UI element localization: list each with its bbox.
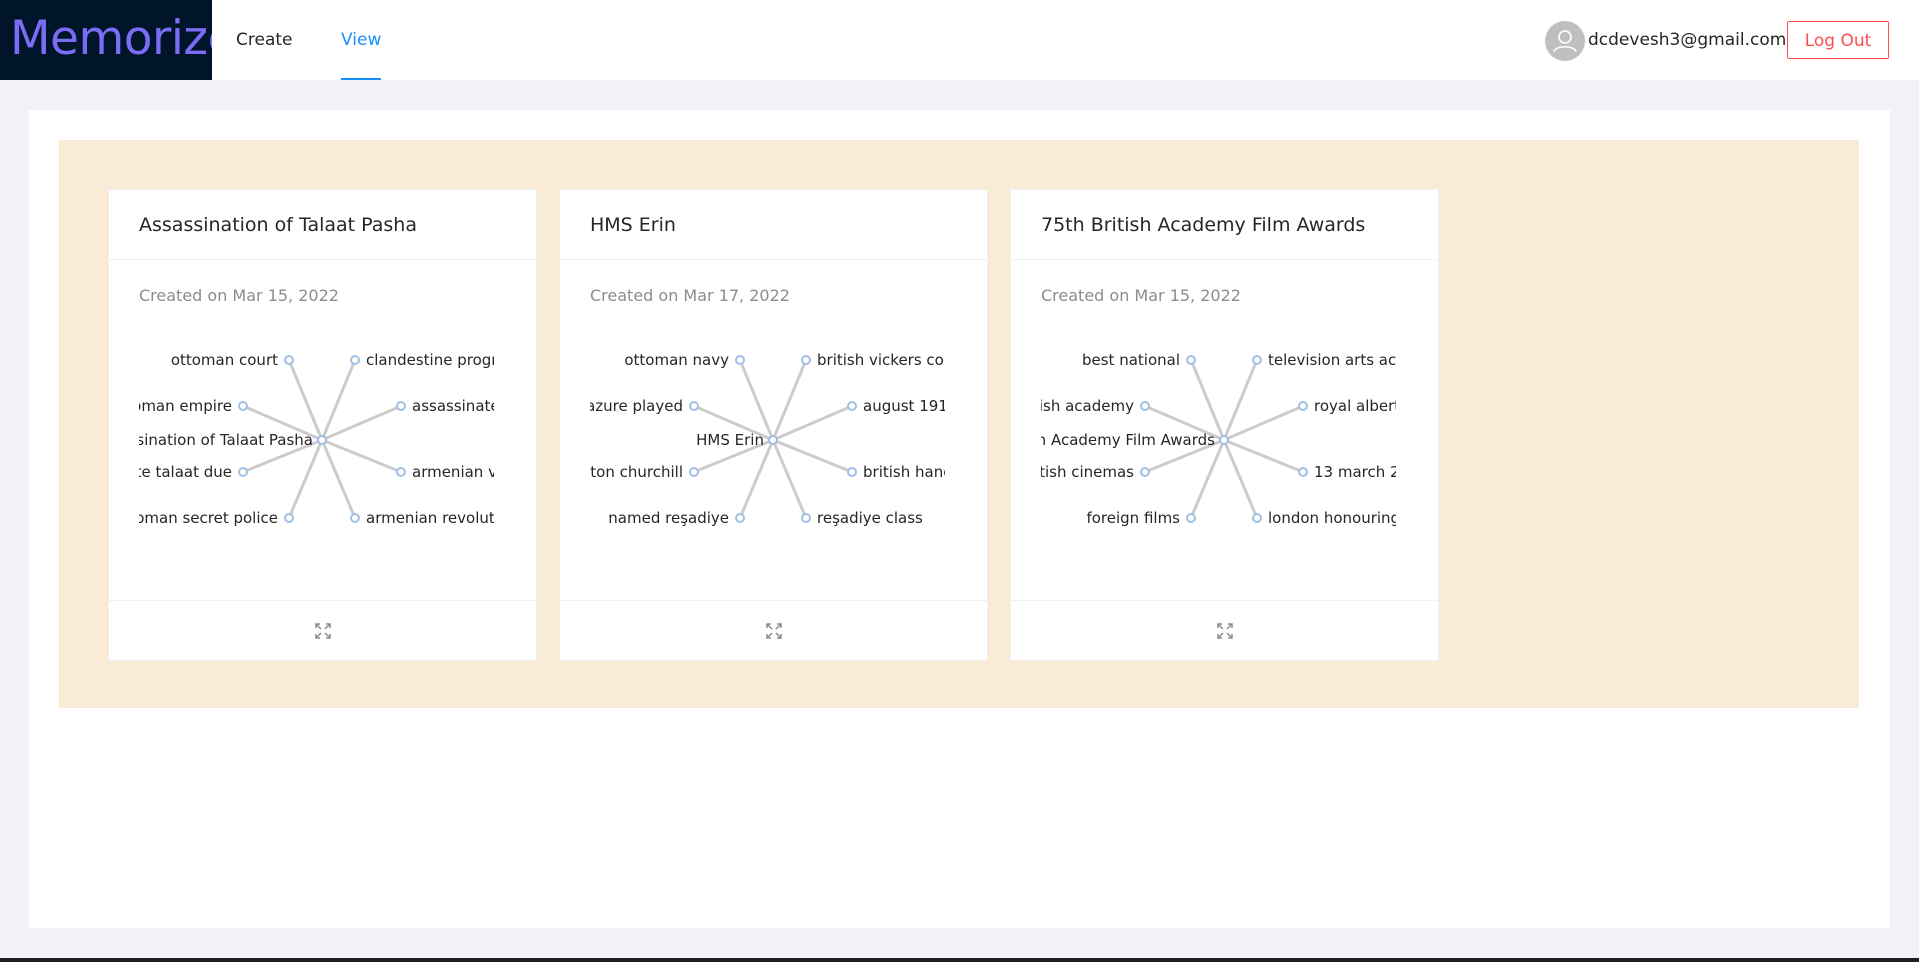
mind-map-node-dot[interactable] xyxy=(735,355,745,365)
mind-map-preview[interactable]: ottoman court clandestine program ottoman … xyxy=(139,340,494,540)
user-avatar[interactable] xyxy=(1545,21,1585,61)
mind-map-node-dot[interactable] xyxy=(801,355,811,365)
card-title: 75th British Academy Film Awards xyxy=(1011,190,1438,260)
mind-map-node-label: british academy xyxy=(1041,397,1134,415)
card-created-date: Created on Mar 15, 2022 xyxy=(139,286,339,305)
mind-map-root-dot[interactable] xyxy=(1219,435,1229,445)
mind-map-node-label: august 1914 xyxy=(863,397,945,415)
app-header: Memorize Create View dcdevesh3@gmail.com… xyxy=(0,0,1919,80)
mind-map-node-label: assassinated xyxy=(412,397,494,415)
mindmap-card[interactable]: Assassination of Talaat Pasha Created on… xyxy=(108,189,537,661)
mind-map-node-dot[interactable] xyxy=(1186,355,1196,365)
user-email: dcdevesh3@gmail.com xyxy=(1588,30,1787,50)
mind-map-svg: ottoman court clandestine program ottoman … xyxy=(139,351,494,527)
mind-map-node-label: clandestine program xyxy=(366,351,494,369)
mind-map-node-label: ottoman court xyxy=(171,351,278,369)
mind-map-preview[interactable]: ottoman navy british vickers company azure… xyxy=(590,340,945,540)
expand-icon[interactable] xyxy=(765,622,783,640)
mind-map-root-label: HMS Erin xyxy=(696,431,764,449)
mind-map-root-dot[interactable] xyxy=(768,435,778,445)
mind-map-node-label: assassinate talaat due xyxy=(139,463,232,481)
logout-button[interactable]: Log Out xyxy=(1787,21,1889,59)
mind-map-node-label: royal albert hall xyxy=(1314,397,1396,415)
mind-map-node-label: armenian victims xyxy=(412,463,494,481)
mind-map-node-dot[interactable] xyxy=(1140,467,1150,477)
mind-map-node-label: london honouring xyxy=(1268,509,1396,527)
mind-map-node-dot[interactable] xyxy=(1140,401,1150,411)
mind-map-node-label: reşadiye class xyxy=(817,509,923,527)
active-nav-indicator xyxy=(341,78,382,80)
mind-map-node-label: azure played xyxy=(590,397,683,415)
mind-map-node-dot[interactable] xyxy=(350,513,360,523)
mind-map-node-dot[interactable] xyxy=(847,467,857,477)
mind-map-node-label: foreign films xyxy=(1086,509,1180,527)
mind-map-node-label: television arts academy xyxy=(1268,351,1396,369)
nav-view-label: View xyxy=(341,30,382,50)
mind-map-svg: best national television arts academy brit… xyxy=(1041,351,1396,527)
mind-map-node-dot[interactable] xyxy=(238,401,248,411)
mind-map-node-dot[interactable] xyxy=(1298,467,1308,477)
mind-map-node-dot[interactable] xyxy=(801,513,811,523)
mind-map-node-label: winston churchill xyxy=(590,463,683,481)
mind-map-node-label: named reşadiye xyxy=(608,509,729,527)
mind-map-node-label: ottoman secret police xyxy=(139,509,278,527)
card-actions xyxy=(109,600,536,660)
user-icon xyxy=(1553,30,1577,53)
mind-map-node-label: best national xyxy=(1082,351,1180,369)
expand-icon[interactable] xyxy=(1216,622,1234,640)
mind-map-node-dot[interactable] xyxy=(1252,513,1262,523)
expand-icon[interactable] xyxy=(314,622,332,640)
card-actions xyxy=(1011,600,1438,660)
mind-map-root-label: 75th British Academy Film Awards xyxy=(1041,431,1215,449)
mind-map-node-label: british vickers company xyxy=(817,351,945,369)
card-title: HMS Erin xyxy=(560,190,987,260)
mind-map-node-dot[interactable] xyxy=(396,467,406,477)
mind-map-node-dot[interactable] xyxy=(350,355,360,365)
mind-map-node-dot[interactable] xyxy=(284,513,294,523)
mind-map-root-dot[interactable] xyxy=(317,435,327,445)
mindmap-card[interactable]: HMS Erin Created on Mar 17, 2022 ottoman… xyxy=(559,189,988,661)
mind-map-node-dot[interactable] xyxy=(1298,401,1308,411)
mind-map-node-dot[interactable] xyxy=(396,401,406,411)
mind-map-node-label: british handed xyxy=(863,463,945,481)
mind-map-node-label: ottoman navy xyxy=(624,351,729,369)
mind-map-node-dot[interactable] xyxy=(1252,355,1262,365)
card-title: Assassination of Talaat Pasha xyxy=(109,190,536,260)
mind-map-node-label: british cinemas xyxy=(1041,463,1134,481)
card-created-date: Created on Mar 15, 2022 xyxy=(1041,286,1241,305)
logo-text: Memorize xyxy=(10,11,212,66)
nav-view[interactable]: View xyxy=(341,0,382,80)
mind-map-node-label: ottoman empire xyxy=(139,397,232,415)
mindmap-card[interactable]: 75th British Academy Film Awards Created… xyxy=(1010,189,1439,661)
logo[interactable]: Memorize xyxy=(0,0,212,80)
mind-map-preview[interactable]: best national television arts academy brit… xyxy=(1041,340,1396,540)
mind-map-node-dot[interactable] xyxy=(735,513,745,523)
bottom-border xyxy=(0,958,1919,962)
mind-map-node-label: armenian revolutionary xyxy=(366,509,494,527)
mind-map-root-label: Assassination of Talaat Pasha xyxy=(139,431,313,449)
mind-map-node-label: 13 march 2022 xyxy=(1314,463,1396,481)
mind-map-node-dot[interactable] xyxy=(238,467,248,477)
mind-map-node-dot[interactable] xyxy=(284,355,294,365)
mind-map-node-dot[interactable] xyxy=(847,401,857,411)
mind-map-node-dot[interactable] xyxy=(689,467,699,477)
mind-map-node-dot[interactable] xyxy=(689,401,699,411)
card-actions xyxy=(560,600,987,660)
mind-map-node-dot[interactable] xyxy=(1186,513,1196,523)
mind-map-svg: ottoman navy british vickers company azure… xyxy=(590,351,945,527)
card-created-date: Created on Mar 17, 2022 xyxy=(590,286,790,305)
nav-create[interactable]: Create xyxy=(236,0,293,80)
